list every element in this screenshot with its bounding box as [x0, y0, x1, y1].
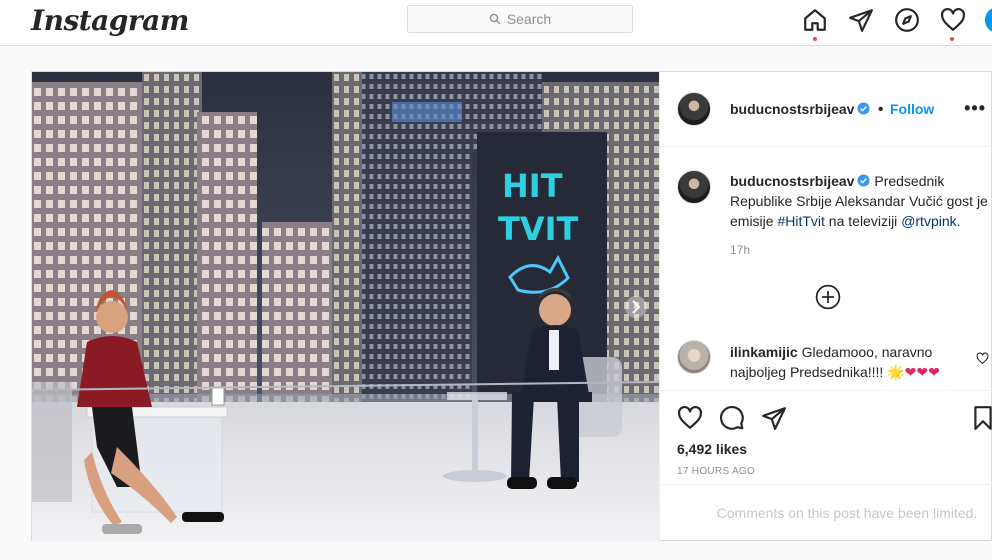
post-side-panel: buducnostsrbijeav • Follow ••• buducnost…	[659, 72, 992, 542]
caption-time[interactable]: 17h	[730, 243, 750, 257]
share-direct-icon[interactable]	[761, 405, 787, 431]
top-navigation-bar: Instagram Search	[0, 0, 992, 46]
follow-button[interactable]: Follow	[890, 101, 934, 117]
tv-studio-image: HIT TVIT	[32, 72, 659, 542]
save-bookmark-icon[interactable]	[970, 405, 992, 431]
caption-hashtag[interactable]: #HitTvit	[777, 213, 824, 229]
author-avatar[interactable]	[677, 92, 711, 126]
post-header: buducnostsrbijeav • Follow •••	[660, 72, 992, 147]
likes-count[interactable]: 6,492 likes	[677, 441, 747, 457]
commenter-avatar[interactable]	[677, 340, 711, 374]
home-notification-dot	[813, 37, 817, 41]
caption-username[interactable]: buducnostsrbijeav	[730, 173, 854, 189]
caption-text-2: na televiziji	[824, 213, 902, 229]
load-more-comments-icon[interactable]	[815, 284, 841, 310]
direct-icon[interactable]	[848, 7, 874, 33]
search-placeholder: Search	[506, 11, 552, 27]
activity-heart-icon[interactable]	[940, 7, 966, 33]
more-options-icon[interactable]: •••	[964, 98, 986, 119]
comment-bubble-icon[interactable]	[719, 405, 745, 431]
explore-icon[interactable]	[894, 7, 920, 33]
comment-item: ilinkamijic Gledamooo, naravno najboljeg…	[730, 342, 970, 382]
activity-notification-dot	[950, 37, 954, 41]
caption-avatar[interactable]	[677, 170, 711, 204]
sign-text-hit: HIT	[502, 167, 563, 205]
verified-badge-icon	[857, 174, 871, 187]
home-icon[interactable]	[802, 7, 828, 33]
post-caption: buducnostsrbijeav Predsednik Republike S…	[730, 171, 992, 231]
author-username[interactable]: buducnostsrbijeav	[730, 101, 854, 117]
like-comment-heart-icon[interactable]	[976, 352, 989, 365]
caption-text-3: .	[956, 213, 961, 229]
instagram-logo[interactable]: Instagram	[31, 4, 189, 37]
post-photo[interactable]: HIT TVIT	[32, 72, 659, 542]
verified-badge-icon	[857, 102, 871, 115]
author-line: buducnostsrbijeav • Follow	[730, 101, 934, 119]
comments-limited-notice: Comments on this post have been limited.	[660, 484, 992, 542]
separator-dot: •	[877, 101, 884, 118]
commenter-username[interactable]: ilinkamijic	[730, 344, 798, 360]
post-actions: 6,492 likes 17 HOURS AGO	[660, 390, 992, 482]
caption-mention[interactable]: @rtvpink	[901, 213, 956, 229]
like-heart-icon[interactable]	[677, 405, 703, 431]
search-icon	[489, 13, 501, 25]
comment-emoji: 🌟❤❤❤	[887, 364, 940, 380]
search-box[interactable]: Search	[407, 5, 633, 33]
profile-avatar[interactable]	[985, 7, 992, 33]
post-card: HIT TVIT buducnostsrbijeav • Follow ••• …	[31, 71, 992, 542]
sign-text-tvit: TVIT	[498, 210, 579, 248]
post-timestamp[interactable]: 17 HOURS AGO	[677, 466, 755, 477]
